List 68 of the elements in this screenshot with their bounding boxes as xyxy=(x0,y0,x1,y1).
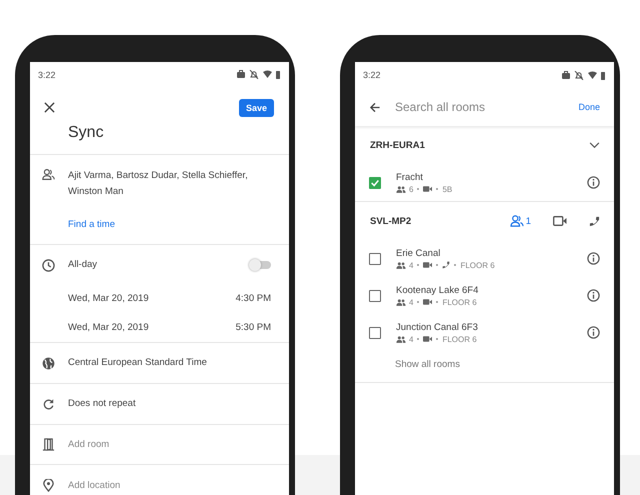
room-name[interactable]: Junction Canal 6F3 xyxy=(396,322,587,332)
done-button[interactable]: Done xyxy=(578,102,600,112)
start-time[interactable]: 4:30 PM xyxy=(236,291,271,308)
room-checkbox[interactable] xyxy=(369,176,381,188)
status-icons xyxy=(562,70,606,80)
close-icon[interactable] xyxy=(44,102,55,114)
back-arrow-icon[interactable] xyxy=(369,102,381,112)
separator-dot xyxy=(417,264,420,266)
status-time: 3:22 xyxy=(38,70,56,80)
separator-dot xyxy=(454,264,456,266)
guest-count-button[interactable]: 1 xyxy=(510,215,531,227)
people-icon xyxy=(396,262,406,268)
repeat-icon xyxy=(42,398,55,410)
separator-dot xyxy=(436,264,438,266)
repeat-label[interactable]: Does not repeat xyxy=(68,396,136,412)
status-icons xyxy=(237,70,281,80)
show-all-rooms-link[interactable]: Show all rooms xyxy=(355,351,614,382)
event-title: Sync xyxy=(67,124,105,144)
separator-dot xyxy=(417,301,420,303)
room-capacity: 4 xyxy=(409,298,414,306)
building-name: SVL-MP2 xyxy=(370,216,412,226)
start-date[interactable]: Wed, Mar 20, 2019 xyxy=(68,291,223,308)
timezone-label[interactable]: Central European Standard Time xyxy=(68,355,207,372)
people-icon xyxy=(42,168,55,182)
video-camera-icon[interactable] xyxy=(553,216,567,226)
globe-icon xyxy=(42,356,55,370)
separator-dot xyxy=(417,338,420,340)
separator-dot xyxy=(436,188,438,190)
people-icon xyxy=(396,336,406,342)
room-checkbox[interactable] xyxy=(369,252,381,264)
add-location-field[interactable]: Add location xyxy=(68,480,218,491)
chevron-down-icon[interactable] xyxy=(589,142,600,148)
room-capacity: 6 xyxy=(409,184,414,194)
door-icon xyxy=(42,438,55,452)
end-date[interactable]: Wed, Mar 20, 2019 xyxy=(68,320,223,336)
info-icon[interactable] xyxy=(587,326,600,339)
room-location: FLOOR 6 xyxy=(442,298,477,306)
separator-dot xyxy=(436,301,438,303)
info-icon[interactable] xyxy=(587,289,600,302)
status-time: 3:22 xyxy=(363,70,381,80)
room-checkbox[interactable] xyxy=(369,326,381,338)
location-pin-icon xyxy=(42,478,55,492)
separator-dot xyxy=(436,338,438,340)
room-checkbox[interactable] xyxy=(369,290,381,302)
room-name[interactable]: Erie Canal xyxy=(396,248,587,258)
room-capacity: 4 xyxy=(409,334,414,344)
people-icon xyxy=(396,298,406,306)
end-time[interactable]: 5:30 PM xyxy=(236,320,271,336)
clock-icon xyxy=(42,258,55,272)
find-time-link[interactable]: Find a time xyxy=(68,219,271,230)
all-day-toggle[interactable] xyxy=(251,261,271,270)
room-capacity: 4 xyxy=(409,260,414,270)
info-icon[interactable] xyxy=(587,176,600,189)
room-name[interactable]: Fracht xyxy=(396,172,587,182)
add-room-field[interactable]: Add room xyxy=(68,439,218,450)
room-name[interactable]: Kootenay Lake 6F4 xyxy=(396,284,587,296)
room-location: FLOOR 6 xyxy=(442,334,477,344)
all-day-label: All-day xyxy=(68,258,98,272)
save-button[interactable]: Save xyxy=(239,98,274,117)
separator-dot xyxy=(417,188,420,190)
people-icon xyxy=(396,186,406,192)
phone-icon[interactable] xyxy=(589,216,600,226)
attendee-list: Ajit Varma, Bartosz Dudar, Stella Schieffer, Winston Man xyxy=(68,168,271,200)
building-name: ZRH-EURA1 xyxy=(370,140,426,150)
search-field[interactable]: Search all rooms xyxy=(393,99,566,115)
info-icon[interactable] xyxy=(587,252,600,265)
room-location: FLOOR 6 xyxy=(460,260,495,270)
room-location: 5B xyxy=(442,184,452,194)
